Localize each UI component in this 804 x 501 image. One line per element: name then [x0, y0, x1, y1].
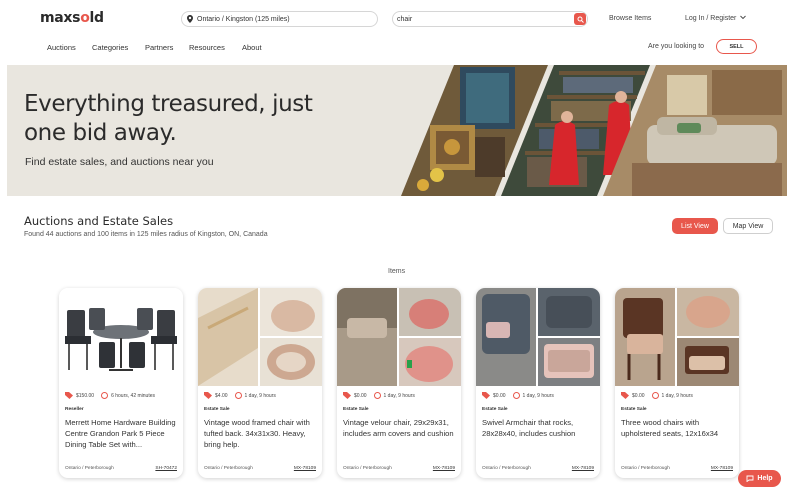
card-auction-code[interactable]: MX-78109	[572, 466, 594, 471]
price-tag-icon	[621, 392, 629, 399]
hero-title: Everything treasured, just one bid away.	[24, 90, 313, 148]
card-price: $0.00	[354, 392, 367, 399]
header: maxsold Ontario / Kingston (125 miles) c…	[0, 0, 804, 64]
card-meta: $4.00 1 day, 9 hours	[204, 392, 276, 399]
card-seller-type: Estate Sale	[482, 407, 508, 412]
location-value: Ontario / Kingston (125 miles)	[197, 15, 290, 23]
card-meta: $0.00 1 day, 9 hours	[621, 392, 693, 399]
card-footer: Ontario / Peterborough MX-78109	[621, 466, 733, 471]
card-seller-type: Reseller	[65, 407, 84, 412]
card-meta: $0.00 1 day, 9 hours	[343, 392, 415, 399]
clock-icon	[512, 392, 520, 399]
item-card[interactable]: $150.00 6 hours, 42 minutes Reseller Mer…	[59, 288, 183, 478]
search-input[interactable]: chair	[392, 11, 588, 27]
item-card[interactable]: $4.00 1 day, 9 hours Estate Sale Vintage…	[198, 288, 322, 478]
section-title: Auctions and Estate Sales	[24, 214, 174, 228]
item-photo-wood-chair	[198, 288, 322, 386]
card-location: Ontario / Peterborough	[204, 466, 253, 471]
item-photo-swivel-armchair	[476, 288, 600, 386]
card-title[interactable]: Vintage wood framed chair with tufted ba…	[204, 417, 318, 450]
card-meta: $150.00 6 hours, 42 minutes	[65, 392, 155, 399]
item-photo-dining-set	[59, 288, 183, 386]
card-price: $0.00	[493, 392, 506, 399]
hero-title-line1: Everything treasured, just	[24, 91, 313, 117]
search-button[interactable]	[574, 13, 586, 25]
nav-resources[interactable]: Resources	[189, 43, 225, 52]
card-auction-code[interactable]: SH-70472	[155, 466, 177, 471]
card-time-left: 1 day, 9 hours	[522, 392, 554, 399]
card-footer: Ontario / Peterborough MX-78109	[204, 466, 316, 471]
card-title[interactable]: Swivel Armchair that rocks, 28x28x40, in…	[482, 417, 596, 439]
price-tag-icon	[204, 392, 212, 399]
card-auction-code[interactable]: MX-78109	[433, 466, 455, 471]
card-auction-code[interactable]: MX-78109	[294, 466, 316, 471]
list-view-button[interactable]: List View	[672, 218, 718, 234]
location-input[interactable]: Ontario / Kingston (125 miles)	[181, 11, 378, 27]
card-time-left: 6 hours, 42 minutes	[111, 392, 155, 399]
card-price: $4.00	[215, 392, 228, 399]
looking-to-text: Are you looking to	[648, 43, 705, 50]
item-card[interactable]: $0.00 1 day, 9 hours Estate Sale Vintage…	[337, 288, 461, 478]
results-summary: Found 44 auctions and 100 items in 125 m…	[24, 231, 268, 238]
map-view-button[interactable]: Map View	[723, 218, 773, 234]
card-title[interactable]: Merrett Home Hardware Building Centre Gr…	[65, 417, 179, 450]
item-card[interactable]: $0.00 1 day, 9 hours Estate Sale Swivel …	[476, 288, 600, 478]
card-location: Ontario / Peterborough	[621, 466, 670, 471]
card-seller-type: Estate Sale	[204, 407, 230, 412]
card-footer: Ontario / Peterborough MX-78109	[482, 466, 594, 471]
nav-partners[interactable]: Partners	[145, 43, 173, 52]
card-seller-type: Estate Sale	[343, 407, 369, 412]
login-register-link[interactable]: Log In / Register	[685, 15, 747, 22]
hero-title-line2: one bid away.	[24, 120, 177, 146]
clock-icon	[234, 392, 242, 399]
card-time-left: 1 day, 9 hours	[661, 392, 693, 399]
clock-icon	[101, 392, 109, 399]
browse-items-link[interactable]: Browse Items	[609, 15, 651, 22]
clock-icon	[373, 392, 381, 399]
price-tag-icon	[343, 392, 351, 399]
price-tag-icon	[482, 392, 490, 399]
item-photo-wood-chairs	[615, 288, 739, 386]
location-pin-icon	[187, 15, 193, 23]
card-auction-code[interactable]: MX-78109	[711, 466, 733, 471]
chat-bubble-icon	[746, 475, 754, 482]
hero-subtitle: Find estate sales, and auctions near you	[25, 156, 214, 168]
card-title[interactable]: Three wood chairs with upholstered seats…	[621, 417, 735, 439]
card-footer: Ontario / Peterborough MX-78109	[343, 466, 455, 471]
search-icon	[577, 16, 584, 23]
items-heading: Items	[388, 268, 406, 275]
help-label: Help	[757, 475, 773, 482]
card-title[interactable]: Vintage velour chair, 29x29x31, includes…	[343, 417, 457, 439]
card-time-left: 1 day, 9 hours	[383, 392, 415, 399]
price-tag-icon	[65, 392, 73, 399]
card-meta: $0.00 1 day, 9 hours	[482, 392, 554, 399]
card-price: $150.00	[76, 392, 95, 399]
nav-about[interactable]: About	[242, 43, 262, 52]
item-photo-velour-chair	[337, 288, 461, 386]
card-price: $0.00	[632, 392, 645, 399]
card-location: Ontario / Peterborough	[343, 466, 392, 471]
card-time-left: 1 day, 9 hours	[244, 392, 276, 399]
card-location: Ontario / Peterborough	[482, 466, 531, 471]
maxsold-logo[interactable]: maxsold	[40, 10, 104, 26]
item-card[interactable]: $0.00 1 day, 9 hours Estate Sale Three w…	[615, 288, 739, 478]
login-label: Log In / Register	[685, 15, 737, 22]
nav-categories[interactable]: Categories	[92, 43, 128, 52]
sell-button[interactable]: SELL	[716, 39, 757, 54]
nav-auctions[interactable]: Auctions	[47, 43, 76, 52]
card-seller-type: Estate Sale	[621, 407, 647, 412]
card-location: Ontario / Peterborough	[65, 466, 114, 471]
clock-icon	[651, 392, 659, 399]
help-button[interactable]: Help	[738, 470, 781, 487]
card-footer: Ontario / Peterborough SH-70472	[65, 466, 177, 471]
hero-banner: Everything treasured, just one bid away.…	[7, 65, 787, 196]
search-value: chair	[397, 15, 413, 23]
chevron-down-icon	[740, 15, 747, 20]
